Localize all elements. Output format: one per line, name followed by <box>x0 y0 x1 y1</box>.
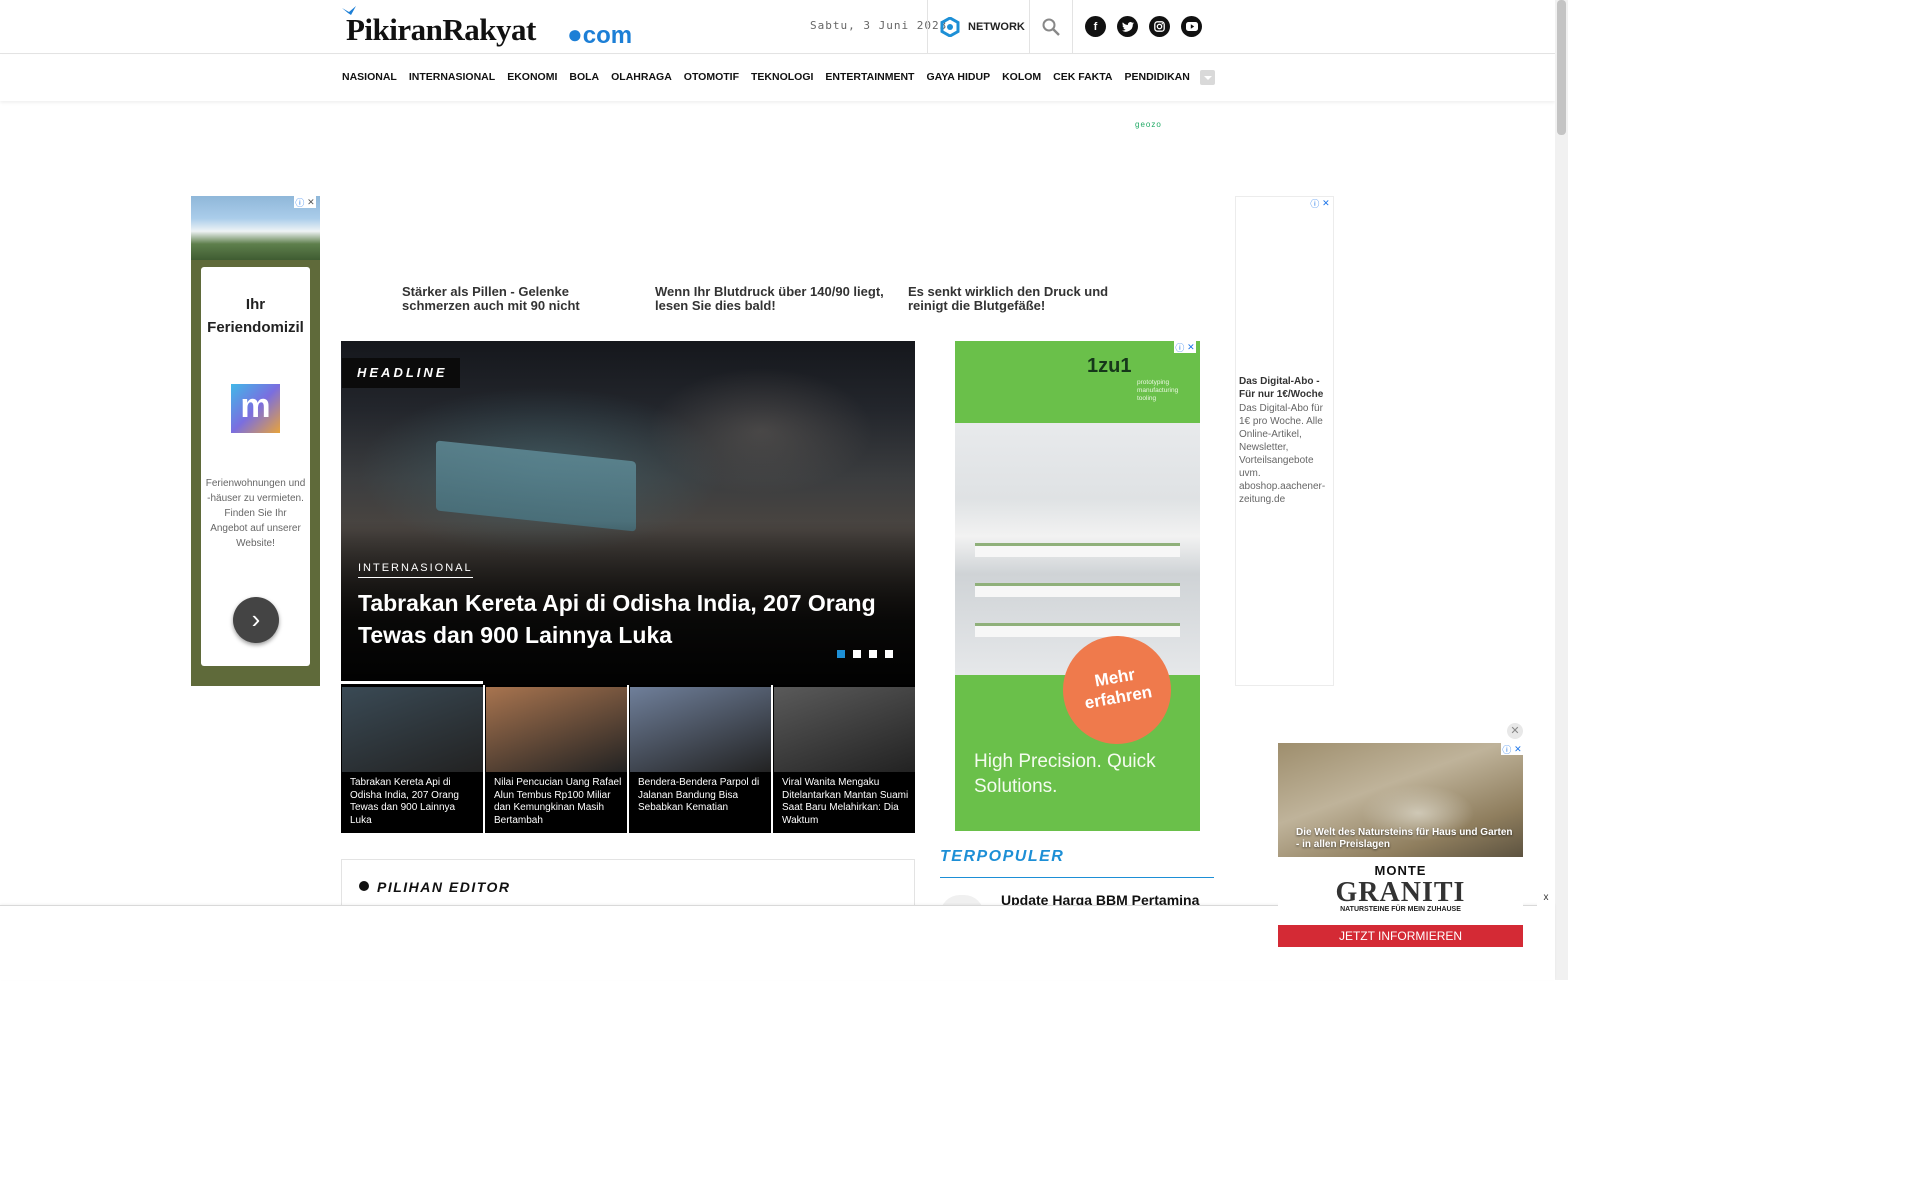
divider <box>1072 0 1073 54</box>
nav-item[interactable]: TEKNOLOGI <box>751 71 813 83</box>
adchoices-icon[interactable]: ⓘ ✕ <box>1309 197 1331 209</box>
ad-logo-main: GRANITI <box>1335 877 1466 908</box>
slider-dot[interactable] <box>869 650 877 658</box>
ad-card: Ihr Feriendomizil m Ferienwohnungen und … <box>201 267 310 666</box>
network-label: NETWORK <box>968 21 1025 33</box>
headline-thumbnail[interactable]: Viral Wanita Mengaku Ditelantarkan Manta… <box>773 685 915 833</box>
headline-category[interactable]: INTERNASIONAL <box>358 562 473 578</box>
page-scrollbar[interactable] <box>1555 0 1568 980</box>
ad-photo <box>955 423 1200 675</box>
nav-item[interactable]: ENTERTAINMENT <box>825 71 914 83</box>
network-button[interactable]: NETWORK <box>940 16 1025 38</box>
divider <box>927 0 928 54</box>
headline-tag: HEADLINE <box>342 358 460 388</box>
youtube-icon[interactable] <box>1181 16 1202 37</box>
thumbnail-caption: Bendera-Bendera Parpol di Jalanan Bandun… <box>638 777 760 814</box>
search-icon[interactable] <box>1040 16 1062 38</box>
nav-item[interactable]: BOLA <box>569 71 599 83</box>
scrollbar-thumb[interactable] <box>1557 0 1566 135</box>
headline-thumbnail[interactable]: Bendera-Bendera Parpol di Jalanan Bandun… <box>629 685 771 833</box>
slider-dot[interactable] <box>885 650 893 658</box>
slider-dot[interactable] <box>853 650 861 658</box>
headline-title[interactable]: Tabrakan Kereta Api di Odisha India, 207… <box>358 587 898 651</box>
site-logo[interactable]: PikiranRakyat ●com <box>342 6 632 50</box>
slider-dots <box>837 650 893 658</box>
left-skyscraper-ad[interactable]: ⓘ ✕ Ihr Feriendomizil m Ferienwohnungen u… <box>191 196 320 686</box>
main-nav: NASIONAL INTERNASIONAL EKONOMI BOLA OLAHRAGA… <box>0 55 1555 101</box>
ad-cta-button[interactable]: JETZT INFORMIEREN <box>1278 925 1523 947</box>
logo-suffix: ●com <box>567 19 633 49</box>
headline-thumbnail[interactable]: Tabrakan Kereta Api di Odisha India, 207… <box>341 681 483 833</box>
ad-caption: Die Welt des Natursteins für Haus und Ga… <box>1296 827 1513 850</box>
popular-section-header: TERPOPULER <box>940 848 1214 878</box>
right-skyscraper-ad[interactable]: ⓘ ✕ Das Digital-Abo - Für nur 1€/Woche Da… <box>1235 196 1334 686</box>
section-title: TERPOPULER <box>940 848 1065 865</box>
chevron-right-icon[interactable]: › <box>233 597 279 643</box>
ad-network-label: geozo <box>1135 120 1162 129</box>
thumbnail-image <box>486 687 627 772</box>
ad-logo-sub: NATURSTEINE FÜR MEIN ZUHAUSE <box>1340 906 1461 913</box>
close-icon[interactable]: ✕ <box>1507 723 1523 739</box>
thumbnail-caption: Viral Wanita Mengaku Ditelantarkan Manta… <box>782 777 909 827</box>
headline-thumbnails: Tabrakan Kereta Api di Odisha India, 207… <box>341 681 915 833</box>
slider-dot[interactable] <box>837 650 845 658</box>
nav-item[interactable]: NASIONAL <box>342 71 397 83</box>
ad-photo: Die Welt des Natursteins für Haus und Ga… <box>1278 743 1523 857</box>
headline-slider[interactable]: HEADLINE INTERNASIONAL Tabrakan Kereta A… <box>341 341 915 685</box>
ad-link[interactable]: Wenn Ihr Blutdruck über 140/90 liegt, le… <box>655 285 890 313</box>
nav-item[interactable]: GAYA HIDUP <box>926 71 990 83</box>
ad-link[interactable]: Es senkt wirklich den Druck und reinigt … <box>908 285 1143 313</box>
nav-item[interactable]: KOLOM <box>1002 71 1041 83</box>
nav-item[interactable]: OLAHRAGA <box>611 71 672 83</box>
ad-title: Ihr Feriendomizil <box>207 296 304 336</box>
nav-item[interactable]: CEK FAKTA <box>1053 71 1112 83</box>
adchoices-icon[interactable]: ⓘ ✕ <box>1501 743 1523 755</box>
twitter-icon[interactable] <box>1117 16 1138 37</box>
thumbnail-image <box>774 687 915 772</box>
ad-subtitle: prototyping manufacturing tooling <box>1137 379 1179 402</box>
nav-item[interactable]: INTERNASIONAL <box>409 71 495 83</box>
ad-logo: m <box>231 384 280 433</box>
headline-thumbnail[interactable]: Nilai Pencucian Uang Rafael Alun Tembus … <box>485 685 627 833</box>
ad-body: Das Digital-Abo für 1€ pro Woche. Alle O… <box>1239 403 1326 505</box>
floating-ad[interactable]: Die Welt des Natursteins für Haus und Ga… <box>1278 743 1523 948</box>
nav-item[interactable]: OTOMOTIF <box>684 71 739 83</box>
bullet-icon <box>359 881 369 891</box>
nav-item[interactable]: EKONOMI <box>507 71 557 83</box>
thumbnail-image <box>630 687 771 772</box>
section-title: PILIHAN EDITOR <box>377 879 511 895</box>
ad-brand: 1zu1 <box>1087 355 1132 377</box>
facebook-icon[interactable]: f <box>1085 16 1106 37</box>
close-icon[interactable]: x <box>1537 890 1555 906</box>
sidebar-ad[interactable]: 1zu1 prototyping manufacturing tooling ⓘ… <box>955 341 1200 831</box>
ad-body: Ferienwohnungen und -häuser zu vermieten… <box>205 478 306 549</box>
desk-shape <box>975 623 1180 637</box>
nav-list: NASIONAL INTERNASIONAL EKONOMI BOLA OLAHRAGA… <box>342 71 1202 83</box>
ad-logo-top: MONTE <box>1374 863 1427 878</box>
nav-item[interactable]: PENDIDIKAN <box>1124 71 1189 83</box>
desk-shape <box>975 543 1180 557</box>
thumbnail-image <box>342 687 483 772</box>
instagram-icon[interactable] <box>1149 16 1170 37</box>
top-bar: PikiranRakyat ●com Sabtu, 3 Juni 2023 NE… <box>0 0 1555 54</box>
adchoices-icon[interactable]: ⓘ ✕ <box>294 196 316 208</box>
ad-link[interactable]: Stärker als Pillen - Gelenke schmerzen a… <box>402 285 637 313</box>
adchoices-icon[interactable]: ⓘ ✕ <box>1174 341 1196 353</box>
thumbnail-caption: Nilai Pencucian Uang Rafael Alun Tembus … <box>494 777 622 827</box>
desk-shape <box>975 583 1180 597</box>
thumbnail-caption: Tabrakan Kereta Api di Odisha India, 207… <box>350 777 459 827</box>
ad-title: Das Digital-Abo - Für nur 1€/Woche <box>1239 376 1324 400</box>
ad-slogan: High Precision. Quick Solutions. <box>974 751 1156 797</box>
nav-more-dropdown[interactable] <box>1200 70 1215 85</box>
divider <box>1029 0 1030 54</box>
logo-text: PikiranRakyat <box>346 12 536 47</box>
network-icon <box>940 17 960 37</box>
